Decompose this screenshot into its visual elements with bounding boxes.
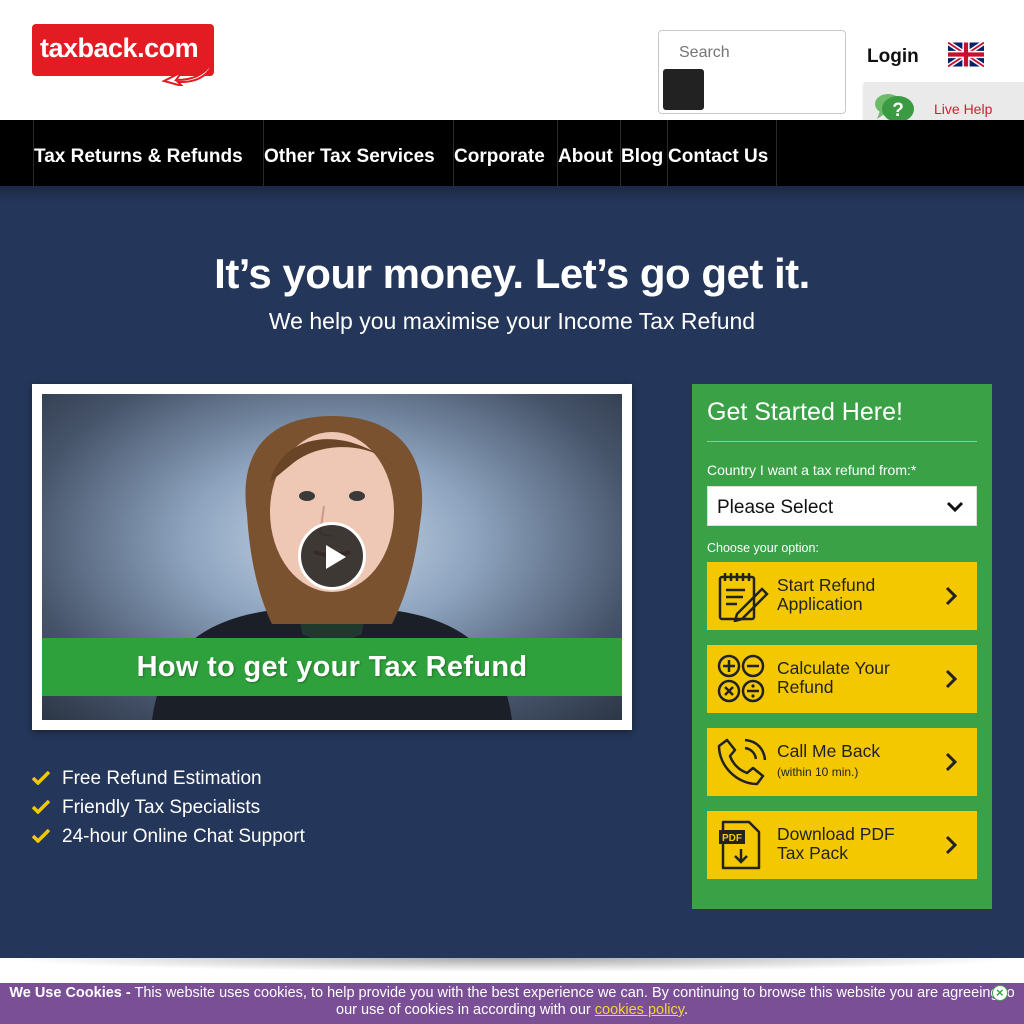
option-label: Download PDF Tax Pack	[777, 825, 895, 863]
hero-subtitle: We help you maximise your Income Tax Ref…	[268, 308, 756, 334]
play-icon	[326, 545, 346, 569]
option-line2: Tax Pack	[777, 843, 848, 863]
hero-title: It’s your money. Let’s go get it.	[214, 250, 810, 297]
country-select[interactable]: Please Select	[707, 486, 977, 526]
chevron-right-icon	[945, 835, 957, 855]
phone-icon	[717, 738, 767, 786]
cookie-close-button[interactable]: ×	[992, 985, 1008, 1001]
cookie-text-end: .	[683, 1002, 688, 1018]
calculator-icon	[717, 654, 765, 703]
feature-text: Free Refund Estimation	[62, 768, 262, 789]
svg-text:PDF: PDF	[722, 833, 742, 844]
check-icon	[32, 800, 50, 814]
country-label: Country I want a tax refund from:*	[707, 462, 917, 478]
call-me-back-button[interactable]: Call Me Back (within 10 min.)	[707, 728, 977, 796]
option-label: Start Refund Application	[777, 576, 875, 614]
search-button[interactable]	[663, 69, 704, 110]
nav-item-blog[interactable]: Blog	[620, 120, 667, 186]
nav-item-contact-us[interactable]: Contact Us	[667, 120, 777, 186]
choose-option-label: Choose your option:	[707, 541, 819, 555]
site-header: taxback.com Login ? Live Help	[0, 0, 1024, 146]
option-line2: Refund	[777, 677, 834, 697]
taxback-logo[interactable]: taxback.com	[32, 24, 216, 86]
video-banner-text: How to get your Tax Refund	[42, 638, 622, 696]
main-nav: Tax Returns & Refunds Other Tax Services…	[0, 120, 1024, 186]
video-frame: How to get your Tax Refund	[32, 384, 632, 730]
nav-item-other-tax-services[interactable]: Other Tax Services	[263, 120, 453, 186]
chevron-right-icon	[945, 586, 957, 606]
start-refund-button[interactable]: Start Refund Application	[707, 562, 977, 630]
pdf-download-icon: PDF	[719, 820, 761, 870]
cookie-title: We Use Cookies -	[9, 985, 131, 1001]
clipboard-pencil-icon	[718, 573, 769, 622]
option-line1: Download PDF	[777, 824, 895, 844]
country-select-value: Please Select	[717, 497, 834, 518]
feature-item: Friendly Tax Specialists	[32, 795, 305, 824]
cookie-banner: We Use Cookies - This website uses cooki…	[0, 983, 1024, 1024]
nav-item-about[interactable]: About	[557, 120, 620, 186]
option-line1: Start Refund	[777, 575, 876, 595]
nav-item-corporate[interactable]: Corporate	[453, 120, 557, 186]
check-icon	[32, 771, 50, 785]
option-line2: (within 10 min.)	[777, 765, 859, 779]
uk-flag-icon[interactable]	[948, 42, 984, 67]
feature-text: 24-hour Online Chat Support	[62, 826, 305, 847]
nav-item-tax-returns[interactable]: Tax Returns & Refunds	[33, 120, 263, 186]
video-player[interactable]: How to get your Tax Refund	[42, 394, 622, 720]
hero-top-shadow	[0, 186, 1024, 202]
svg-text:?: ?	[892, 100, 904, 121]
option-label: Calculate Your Refund	[777, 659, 890, 697]
option-label: Call Me Back (within 10 min.)	[777, 742, 880, 782]
logo-swoosh-icon	[161, 51, 214, 86]
get-started-panel: Get Started Here! Country I want a tax r…	[692, 384, 992, 909]
option-line1: Calculate Your	[777, 658, 890, 678]
live-help-label: Live Help	[934, 101, 993, 117]
feature-list: Free Refund Estimation Friendly Tax Spec…	[32, 766, 305, 853]
option-line1: Call Me Back	[777, 741, 881, 761]
check-icon	[32, 829, 50, 843]
feature-text: Friendly Tax Specialists	[62, 797, 261, 818]
cookie-text: This website uses cookies, to help provi…	[130, 985, 1015, 1018]
close-icon: ×	[996, 985, 1004, 1000]
hero-section: It’s your money. Let’s go get it. We hel…	[0, 186, 1024, 958]
chevron-down-icon	[946, 501, 964, 513]
chevron-right-icon	[945, 752, 957, 772]
search-input[interactable]	[669, 39, 829, 67]
section-shadow	[0, 958, 1024, 972]
search-box	[658, 30, 846, 114]
feature-item: Free Refund Estimation	[32, 766, 305, 795]
play-button[interactable]	[298, 522, 366, 590]
chevron-right-icon	[945, 669, 957, 689]
panel-title: Get Started Here!	[707, 398, 903, 426]
login-link[interactable]: Login	[867, 46, 919, 68]
option-line2: Application	[777, 594, 863, 614]
panel-divider	[707, 441, 977, 442]
download-pdf-button[interactable]: PDF Download PDF Tax Pack	[707, 811, 977, 879]
calculate-refund-button[interactable]: Calculate Your Refund	[707, 645, 977, 713]
feature-item: 24-hour Online Chat Support	[32, 824, 305, 853]
cookies-policy-link[interactable]: cookies policy	[595, 1002, 684, 1018]
